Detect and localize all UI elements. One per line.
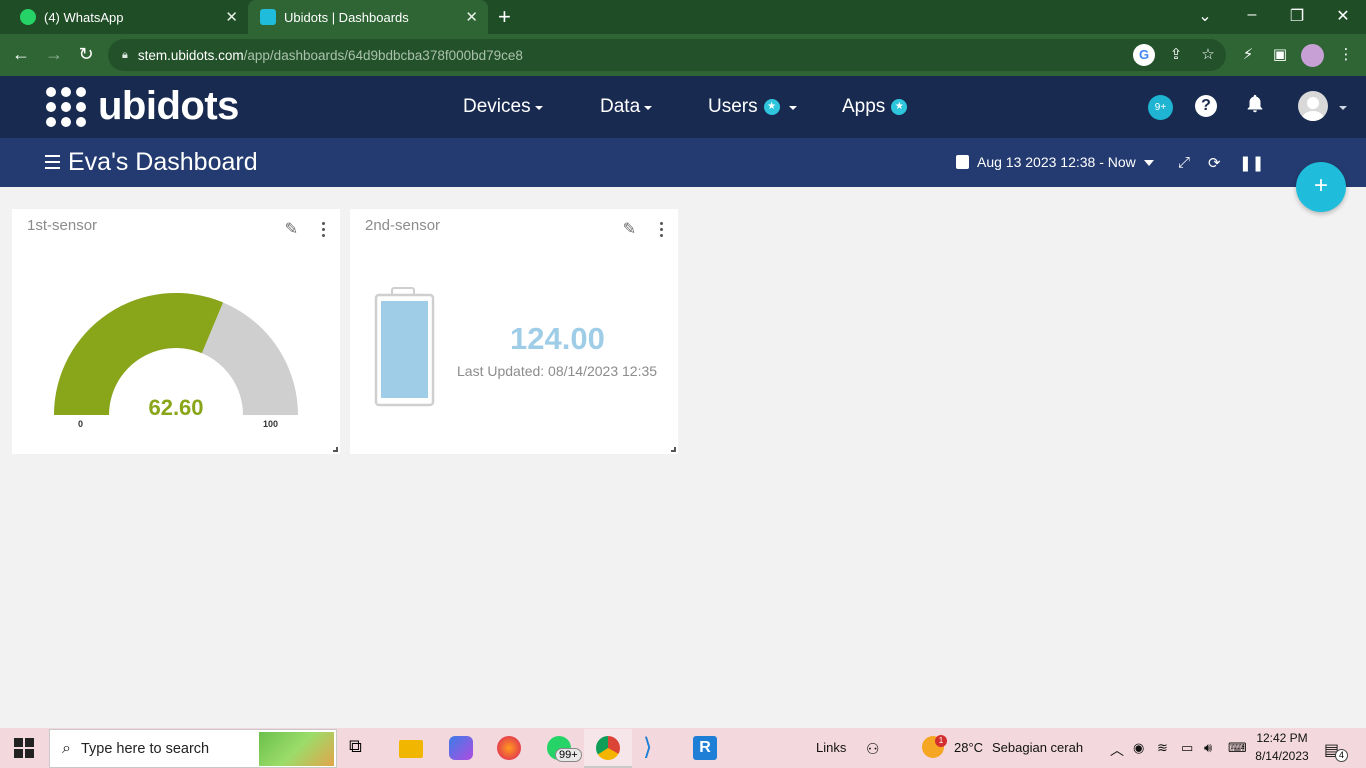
whatsapp-badge: 99+ bbox=[555, 748, 582, 762]
lock-icon: 🔒︎ bbox=[122, 48, 128, 61]
gauge-min-label: 0 bbox=[78, 419, 84, 429]
window-close-icon[interactable]: ✕ bbox=[1328, 6, 1358, 26]
widget-gauge[interactable]: 1st-sensor ✎ 62.60 0 100 bbox=[12, 209, 340, 454]
wifi-icon[interactable]: ≋ bbox=[1157, 740, 1168, 756]
url-host: stem.ubidots.com bbox=[137, 47, 244, 63]
ubidots-favicon-icon bbox=[260, 9, 276, 25]
caret-down-icon bbox=[1143, 160, 1154, 166]
windows-start-icon[interactable] bbox=[14, 738, 34, 763]
minimize-icon[interactable]: – bbox=[1237, 6, 1267, 24]
bookmark-star-icon[interactable]: ☆ bbox=[1197, 45, 1219, 63]
menu-label: Users bbox=[708, 96, 758, 117]
taskbar-search[interactable]: ⌕ Type here to search bbox=[49, 729, 337, 768]
star-badge-icon: ★ bbox=[891, 99, 908, 115]
logo-text: ubidots bbox=[98, 84, 239, 128]
menu-label: Apps bbox=[842, 96, 886, 117]
menu-apps[interactable]: Apps ★ bbox=[842, 96, 908, 118]
tab-whatsapp[interactable]: (4) WhatsApp ✕ bbox=[8, 0, 248, 34]
share-icon[interactable]: ⇪ bbox=[1165, 45, 1187, 63]
task-view-icon[interactable]: ⧉ bbox=[349, 736, 373, 760]
close-tab-icon[interactable]: ✕ bbox=[465, 8, 478, 26]
battery-icon bbox=[374, 287, 435, 407]
battery-tray-icon[interactable]: ▭ bbox=[1181, 740, 1193, 756]
user-avatar[interactable] bbox=[1298, 91, 1328, 121]
meet-icon[interactable]: ◉ bbox=[1133, 740, 1144, 756]
chevron-down-icon bbox=[644, 106, 653, 110]
chevron-down-icon bbox=[534, 106, 543, 110]
restore-icon[interactable]: ❐ bbox=[1282, 6, 1312, 26]
calendar-icon bbox=[956, 155, 969, 169]
dashboard-title[interactable]: Eva's Dashboard bbox=[68, 148, 258, 177]
last-updated-text: Last Updated: 08/14/2023 12:35 bbox=[457, 363, 658, 379]
fullscreen-icon[interactable]: ⤢ bbox=[1178, 154, 1190, 171]
more-options-icon[interactable] bbox=[660, 222, 664, 240]
google-lens-icon[interactable]: G bbox=[1133, 44, 1155, 66]
chrome-menu-icon[interactable]: ⋮ bbox=[1335, 45, 1357, 63]
help-icon[interactable]: ? bbox=[1195, 95, 1217, 117]
pencil-icon[interactable]: ✎ bbox=[623, 219, 636, 239]
file-explorer-icon[interactable] bbox=[399, 740, 423, 758]
chrome-taskbar-icon[interactable] bbox=[596, 736, 620, 760]
resize-handle[interactable] bbox=[671, 447, 676, 452]
battery-value: 124.00 bbox=[510, 321, 605, 356]
gauge-value: 62.60 bbox=[148, 395, 204, 420]
input-method-icon[interactable]: ⌨ bbox=[1228, 740, 1247, 756]
pause-icon[interactable]: ❚❚ bbox=[1239, 154, 1264, 172]
bell-icon[interactable] bbox=[1244, 93, 1266, 121]
profile-avatar[interactable] bbox=[1301, 44, 1324, 67]
date-range-picker[interactable]: Aug 13 2023 12:38 - Now bbox=[956, 154, 1154, 170]
star-badge-icon: ★ bbox=[763, 99, 780, 115]
chevron-down-icon[interactable] bbox=[1339, 106, 1347, 110]
search-icon: ⌕ bbox=[62, 739, 71, 757]
people-icon[interactable]: ⚇ bbox=[866, 740, 879, 758]
menu-label: Data bbox=[600, 96, 641, 117]
back-icon[interactable]: ← bbox=[9, 44, 33, 65]
menu-label: Devices bbox=[463, 96, 531, 117]
widget-title: 2nd-sensor bbox=[365, 217, 441, 234]
menu-devices[interactable]: Devices bbox=[463, 96, 543, 118]
firefox-icon[interactable] bbox=[497, 736, 521, 760]
forward-icon[interactable]: → bbox=[42, 44, 66, 65]
clock-date[interactable]: 8/14/2023 bbox=[1254, 749, 1310, 763]
widget-battery[interactable]: 2nd-sensor ✎ 124.00 Last Updated: 08/14/… bbox=[350, 209, 678, 454]
weather-alert-badge: 1 bbox=[935, 735, 947, 747]
resize-handle[interactable] bbox=[333, 447, 338, 452]
tab-search-chevron-icon[interactable]: ⌄ bbox=[1190, 6, 1220, 26]
weather-desc[interactable]: Sebagian cerah bbox=[992, 740, 1083, 755]
chevron-down-icon bbox=[788, 106, 797, 110]
new-tab-icon[interactable]: + bbox=[498, 4, 511, 30]
date-range-label: Aug 13 2023 12:38 - Now bbox=[977, 154, 1136, 170]
menu-users[interactable]: Users ★ bbox=[708, 96, 797, 118]
tab-title: Ubidots | Dashboards bbox=[284, 9, 409, 25]
gauge-max-label: 100 bbox=[263, 419, 279, 429]
notification-count: 4 bbox=[1335, 749, 1348, 762]
tab-ubidots[interactable]: Ubidots | Dashboards ✕ bbox=[248, 0, 488, 34]
extension-icon[interactable]: ⚡ bbox=[1237, 45, 1259, 63]
close-tab-icon[interactable]: ✕ bbox=[225, 8, 238, 26]
search-highlight-image bbox=[259, 732, 334, 766]
ubidots-logo[interactable]: ubidots bbox=[46, 84, 239, 129]
clock-time[interactable]: 12:42 PM bbox=[1256, 731, 1308, 745]
search-placeholder: Type here to search bbox=[80, 740, 210, 757]
copilot-icon[interactable] bbox=[449, 736, 473, 760]
logo-dots-icon bbox=[46, 86, 86, 127]
reload-icon[interactable]: ↻ bbox=[74, 44, 98, 65]
tab-title: (4) WhatsApp bbox=[44, 9, 124, 25]
side-panel-icon[interactable]: ▣ bbox=[1269, 45, 1291, 63]
hamburger-menu-icon[interactable] bbox=[45, 155, 60, 173]
links-toolbar[interactable]: Links bbox=[816, 740, 846, 755]
rstudio-icon[interactable]: R bbox=[693, 736, 717, 760]
speaker-icon[interactable]: 🔊︎ bbox=[1204, 740, 1212, 756]
vscode-icon[interactable]: ⟩ bbox=[643, 736, 667, 760]
chevron-up-icon[interactable]: ︿ bbox=[1110, 740, 1124, 760]
weather-temp[interactable]: 28°C bbox=[954, 740, 983, 755]
url-path: /app/dashboards/64d9bdbcba378f000bd79ce8 bbox=[243, 47, 523, 63]
add-widget-button[interactable]: + bbox=[1296, 162, 1346, 212]
whatsapp-icon bbox=[20, 9, 36, 25]
refresh-icon[interactable]: ⟳ bbox=[1208, 154, 1221, 172]
notifications-badge[interactable]: 9+ bbox=[1148, 95, 1173, 120]
menu-data[interactable]: Data bbox=[600, 96, 653, 118]
address-bar[interactable]: 🔒︎ stem.ubidots.com/app/dashboards/64d9b… bbox=[108, 39, 1226, 71]
